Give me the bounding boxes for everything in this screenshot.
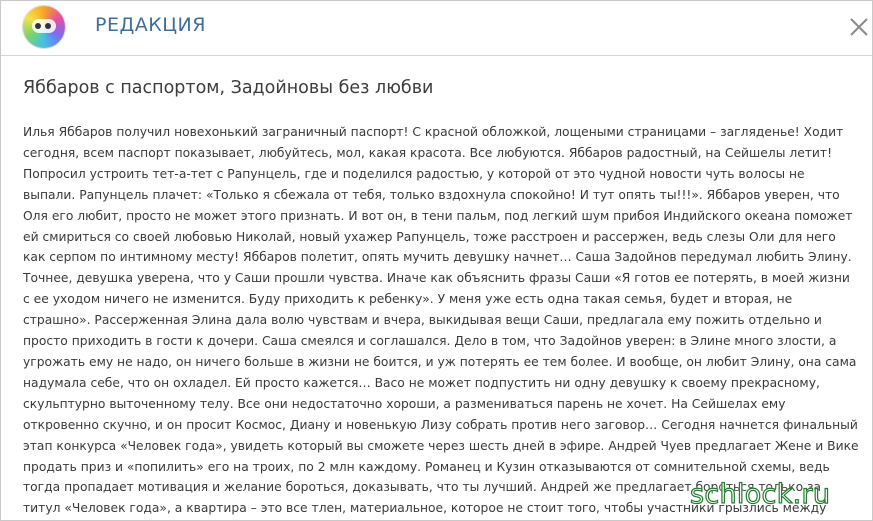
scrollbar[interactable] [865,56,872,520]
article-body: Илья Яббаров получил новехонький заграни… [23,125,859,516]
watermark-logo: schlock.ru [689,478,831,510]
editorial-dialog: РЕДАКЦИЯ Яббаров с паспортом, Задойновы … [0,0,873,521]
logo-eye-left [35,23,41,29]
close-button[interactable] [847,15,871,39]
dialog-header: РЕДАКЦИЯ [1,1,872,56]
site-logo-icon [23,6,65,48]
dialog-title: РЕДАКЦИЯ [95,14,206,36]
logo-eye-right [45,23,51,29]
close-icon [850,18,868,36]
article-title: Яббаров с паспортом, Задойновы без любви [23,78,434,98]
